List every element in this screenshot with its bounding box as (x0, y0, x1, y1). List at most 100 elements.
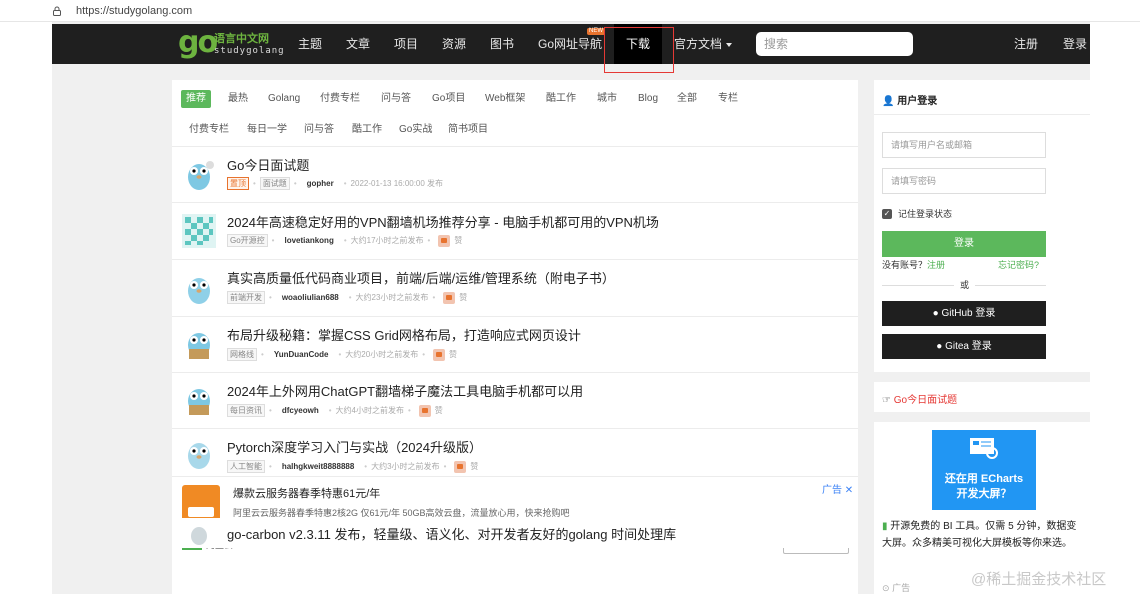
subtab-daily[interactable]: 每日一学 (247, 121, 287, 139)
tab-jobs[interactable]: 酷工作 (546, 90, 576, 108)
like-icon[interactable] (438, 234, 451, 247)
list-item[interactable]: 真实高质量低代码商业项目，前端/后端/运维/管理系统（附电子书） 前端开发 • w… (172, 260, 858, 316)
item-time: 大约20小时之前发布 (345, 350, 419, 359)
nav-resources[interactable]: 资源 (442, 24, 466, 64)
checkbox-checked-icon[interactable]: ✓ (882, 208, 892, 219)
username-field[interactable]: 请填写用户名或邮箱 (882, 132, 1046, 158)
ad-label[interactable]: 广告 ✕ (822, 481, 853, 496)
or-text: 或 (954, 278, 976, 291)
list-item[interactable]: 布局升级秘籍：掌握CSS Grid网格布局，打造响应式网页设计 网格线 • Yun… (172, 317, 858, 372)
gopher-avatar (188, 389, 210, 415)
nav-official-docs[interactable]: 官方文档 (674, 24, 733, 64)
ad-label-text: 广告 (822, 485, 842, 496)
list-item[interactable]: 2024年上外网用ChatGPT翻墙梯子魔法工具电脑手机都可以用 每日资讯 • d… (172, 373, 858, 428)
like-icon[interactable] (418, 404, 431, 417)
new-badge: NEW (587, 28, 605, 35)
item-user[interactable]: halhgkweit8888888 (282, 462, 354, 471)
tab-all[interactable]: 全部 (677, 90, 697, 108)
tab-go-projects[interactable]: Go项目 (432, 90, 465, 108)
tab-recommend[interactable]: 推荐 (181, 90, 211, 108)
like-label[interactable]: 赞 (470, 461, 478, 472)
daily-question-label: Go今日面试题 (893, 395, 958, 406)
item-title[interactable]: 2024年上外网用ChatGPT翻墙梯子魔法工具电脑手机都可以用 (227, 381, 583, 400)
item-tag[interactable]: 网格线 (227, 348, 257, 361)
register-link[interactable]: 注册 (1014, 24, 1038, 64)
item-title[interactable]: 布局升级秘籍：掌握CSS Grid网格布局，打造响应式网页设计 (227, 325, 581, 344)
like-icon[interactable] (454, 460, 467, 473)
list-item[interactable]: Pytorch深度学习入门与实战（2024升级版） 人工智能 • halhgkwe… (172, 429, 858, 476)
item-title[interactable]: 2024年高速稳定好用的VPN翻墙机场推荐分享 - 电脑手机都可用的VPN机场 (227, 212, 659, 231)
gopher-avatar (191, 527, 207, 545)
tab-paid[interactable]: 付费专栏 (320, 90, 360, 108)
nav-books[interactable]: 图书 (490, 24, 514, 64)
subtab-jobs[interactable]: 酷工作 (352, 121, 382, 139)
gopher-avatar (188, 443, 210, 469)
bar-chart-icon: ▮ (882, 521, 888, 532)
like-label[interactable]: 赞 (454, 235, 462, 246)
item-user[interactable]: lovetiankong (284, 236, 333, 245)
subtab-jianshu[interactable]: 简书项目 (448, 121, 488, 139)
like-label[interactable]: 赞 (449, 349, 457, 360)
gitea-icon: ● (936, 341, 943, 352)
main-feed: 推荐 最热 Golang 付费专栏 问与答 Go项目 Web框架 酷工作 城市 … (172, 80, 858, 594)
promo-ad-text: 广告 (892, 583, 911, 593)
item-tag[interactable]: Go开源控 (227, 234, 268, 247)
item-meta: 人工智能 • halhgkweit8888888 • 大约3小时之前发布 • 赞 (227, 460, 478, 473)
register-link[interactable]: 注册 (927, 260, 945, 270)
login-link[interactable]: 登录 (1063, 24, 1087, 64)
like-label[interactable]: 赞 (435, 405, 443, 416)
like-icon[interactable] (443, 291, 456, 304)
hand-pointer-icon: ☞ (882, 395, 891, 406)
subtab-qa[interactable]: 问与答 (304, 121, 334, 139)
browser-address-bar[interactable]: https://studygolang.com (0, 0, 1140, 22)
like-label[interactable]: 赞 (459, 292, 467, 303)
item-title[interactable]: go-carbon v2.3.11 发布，轻量级、语义化、对开发者友好的gola… (227, 524, 676, 543)
item-tag[interactable]: 面试题 (259, 177, 290, 190)
nav-projects[interactable]: 项目 (394, 24, 418, 64)
nav-download[interactable]: 下载 (614, 24, 663, 64)
item-tag[interactable]: 前端开发 (227, 291, 265, 304)
item-tag[interactable]: 人工智能 (227, 460, 265, 473)
password-field[interactable]: 请填写密码 (882, 168, 1046, 194)
promo-banner[interactable]: 还在用 ECharts 开发大屏？ (932, 430, 1036, 510)
login-button[interactable]: 登录 (882, 231, 1046, 257)
list-item[interactable]: go-carbon v2.3.11 发布，轻量级、语义化、对开发者友好的gola… (172, 518, 858, 548)
pinned-badge: 置顶 (227, 177, 249, 190)
gitea-login-button[interactable]: ● Gitea 登录 (882, 334, 1046, 359)
tab-columns[interactable]: 专栏 (718, 90, 738, 108)
user-icon: 👤 (882, 96, 895, 107)
daily-question-link[interactable]: ☞ Go今日面试题 (882, 391, 957, 406)
item-title[interactable]: 真实高质量低代码商业项目，前端/后端/运维/管理系统（附电子书） (227, 268, 615, 287)
item-title[interactable]: Go今日面试题 (227, 155, 309, 174)
github-login-button[interactable]: ● GitHub 登录 (882, 301, 1046, 326)
github-login-label: GitHub 登录 (941, 308, 996, 319)
subtab-paid[interactable]: 付费专栏 (189, 121, 229, 139)
search-input[interactable]: 搜索 (756, 32, 913, 56)
forgot-password-link[interactable]: 忘记密码? (998, 258, 1039, 271)
tab-golang[interactable]: Golang (268, 90, 300, 108)
chevron-down-icon (726, 42, 733, 47)
site-logo[interactable]: go 语言中文网 studygolang (178, 28, 284, 60)
tab-web-frameworks[interactable]: Web框架 (485, 90, 525, 108)
item-user[interactable]: YunDuanCode (274, 350, 329, 359)
list-item[interactable]: Go今日面试题 置顶 • 面试题 • gopher • 2022-01-13 16:0… (172, 147, 858, 202)
item-user[interactable]: woaoliulian688 (282, 293, 339, 302)
ad-title[interactable]: 爆款云服务器春季特惠61元/年 (233, 485, 380, 501)
list-item[interactable]: 2024年高速稳定好用的VPN翻墙机场推荐分享 - 电脑手机都可用的VPN机场 … (172, 203, 858, 259)
item-user[interactable]: dfcyeowh (282, 406, 319, 415)
tab-hot[interactable]: 最热 (228, 90, 248, 108)
subtab-go-practice[interactable]: Go实战 (399, 121, 432, 139)
close-icon[interactable]: ✕ (845, 485, 853, 496)
tab-qa[interactable]: 问与答 (381, 90, 411, 108)
nav-topics[interactable]: 主题 (298, 24, 322, 64)
tab-blog[interactable]: Blog (638, 90, 658, 108)
logo-cn: 语言中文网 (214, 33, 269, 45)
tab-city[interactable]: 城市 (597, 90, 617, 108)
item-tag[interactable]: 每日资讯 (227, 404, 265, 417)
like-icon[interactable] (433, 348, 446, 361)
remember-row[interactable]: ✓ 记住登录状态 (882, 207, 952, 220)
promo-ad-label: ⊙ 广告 (882, 581, 910, 594)
item-user[interactable]: gopher (307, 179, 334, 188)
item-title[interactable]: Pytorch深度学习入门与实战（2024升级版） (227, 437, 482, 456)
nav-articles[interactable]: 文章 (346, 24, 370, 64)
